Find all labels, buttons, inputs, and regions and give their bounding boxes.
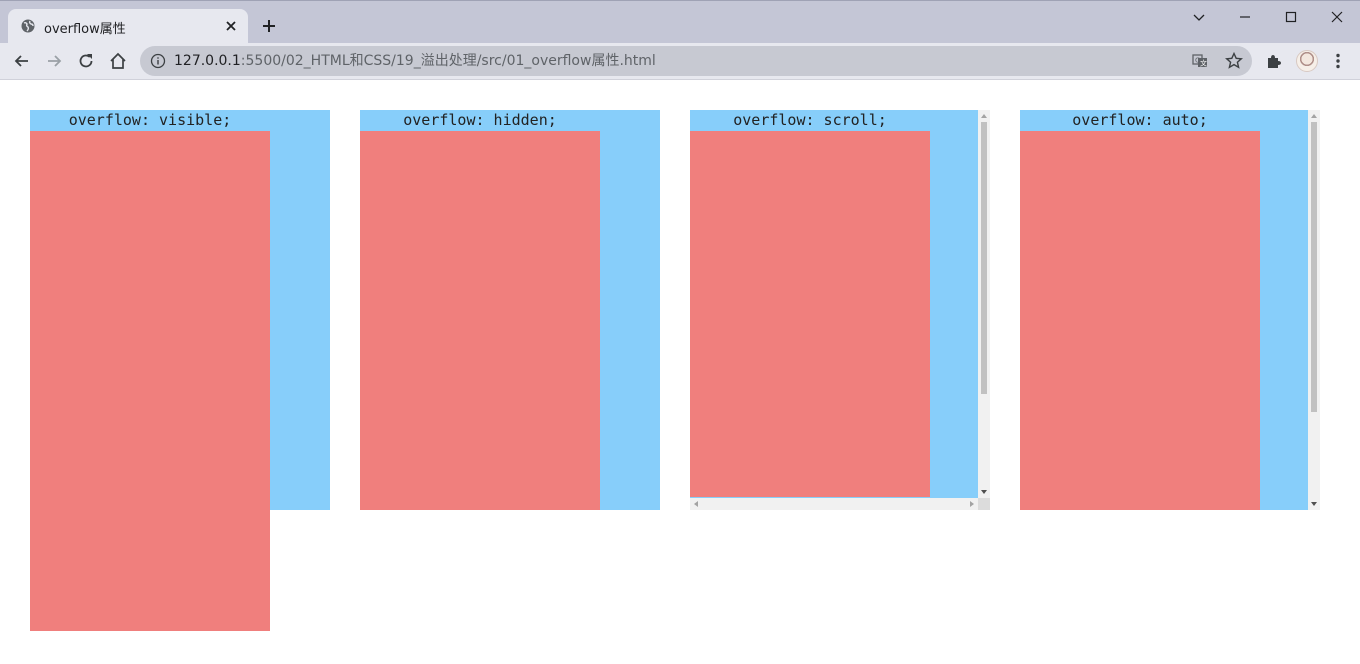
svg-text:文: 文 xyxy=(1200,59,1207,68)
clipped-content xyxy=(360,131,600,510)
vertical-scrollbar[interactable] xyxy=(978,110,990,498)
extensions-puzzle-icon[interactable] xyxy=(1264,51,1284,71)
scrollbar-corner xyxy=(978,498,990,510)
box-label: overflow: visible; xyxy=(68,111,232,129)
minimize-icon[interactable] xyxy=(1237,9,1253,25)
bookmark-star-icon[interactable] xyxy=(1224,51,1244,71)
box-label: overflow: auto; xyxy=(1072,111,1208,129)
page-viewport: overflow: visible; overflow: hidden; ove… xyxy=(0,80,1360,664)
scroll-right-arrow-icon[interactable] xyxy=(970,501,974,507)
tab-search-chevron-icon[interactable] xyxy=(1191,9,1207,25)
url-text: 127.0.0.1:5500/02_HTML和CSS/19_溢出处理/src/0… xyxy=(174,53,656,69)
reload-icon[interactable] xyxy=(76,51,96,71)
scrollable-content xyxy=(1020,131,1260,510)
back-arrow-icon[interactable] xyxy=(12,51,32,71)
window-close-icon[interactable] xyxy=(1329,9,1345,25)
tab-close-icon[interactable] xyxy=(223,18,239,34)
scroll-down-arrow-icon[interactable] xyxy=(1311,502,1317,506)
vertical-scrollbar[interactable] xyxy=(1308,110,1320,510)
scroll-up-arrow-icon[interactable] xyxy=(1311,114,1317,118)
tab-title: overflow属性 xyxy=(44,22,126,37)
browser-toolbar: 127.0.0.1:5500/02_HTML和CSS/19_溢出处理/src/0… xyxy=(0,43,1360,80)
scroll-down-arrow-icon[interactable] xyxy=(981,490,987,494)
overflow-scroll-box[interactable]: overflow: scroll; xyxy=(690,110,990,510)
overflow-hidden-box: overflow: hidden; xyxy=(360,110,660,510)
overflowing-content xyxy=(30,131,270,631)
forward-arrow-icon[interactable] xyxy=(44,51,64,71)
box-label: overflow: hidden; xyxy=(403,111,557,129)
new-tab-plus-icon[interactable] xyxy=(261,18,277,34)
scrollbar-thumb[interactable] xyxy=(981,122,987,394)
more-menu-icon[interactable] xyxy=(1328,51,1348,71)
globe-icon xyxy=(21,19,35,33)
scrollable-content xyxy=(690,131,930,497)
tab-strip: overflow属性 xyxy=(0,0,1360,44)
url-host: 127.0.0.1 xyxy=(174,53,241,69)
scrollbar-thumb[interactable] xyxy=(1311,122,1317,412)
maximize-icon[interactable] xyxy=(1283,9,1299,25)
site-info-icon[interactable] xyxy=(150,53,166,69)
scroll-left-arrow-icon[interactable] xyxy=(694,501,698,507)
box-label: overflow: scroll; xyxy=(733,111,887,129)
profile-avatar[interactable] xyxy=(1296,50,1318,72)
overflow-auto-box[interactable]: overflow: auto; xyxy=(1020,110,1320,510)
home-icon[interactable] xyxy=(108,51,128,71)
translate-icon[interactable]: G 文 xyxy=(1190,51,1210,71)
overflow-visible-box: overflow: visible; xyxy=(30,110,330,631)
url-path: :5500/02_HTML和CSS/19_溢出处理/src/01_overflo… xyxy=(240,53,656,69)
browser-tab[interactable]: overflow属性 xyxy=(8,9,248,44)
horizontal-scrollbar[interactable] xyxy=(690,498,978,510)
scroll-up-arrow-icon[interactable] xyxy=(981,114,987,118)
address-bar[interactable]: 127.0.0.1:5500/02_HTML和CSS/19_溢出处理/src/0… xyxy=(140,46,1252,76)
